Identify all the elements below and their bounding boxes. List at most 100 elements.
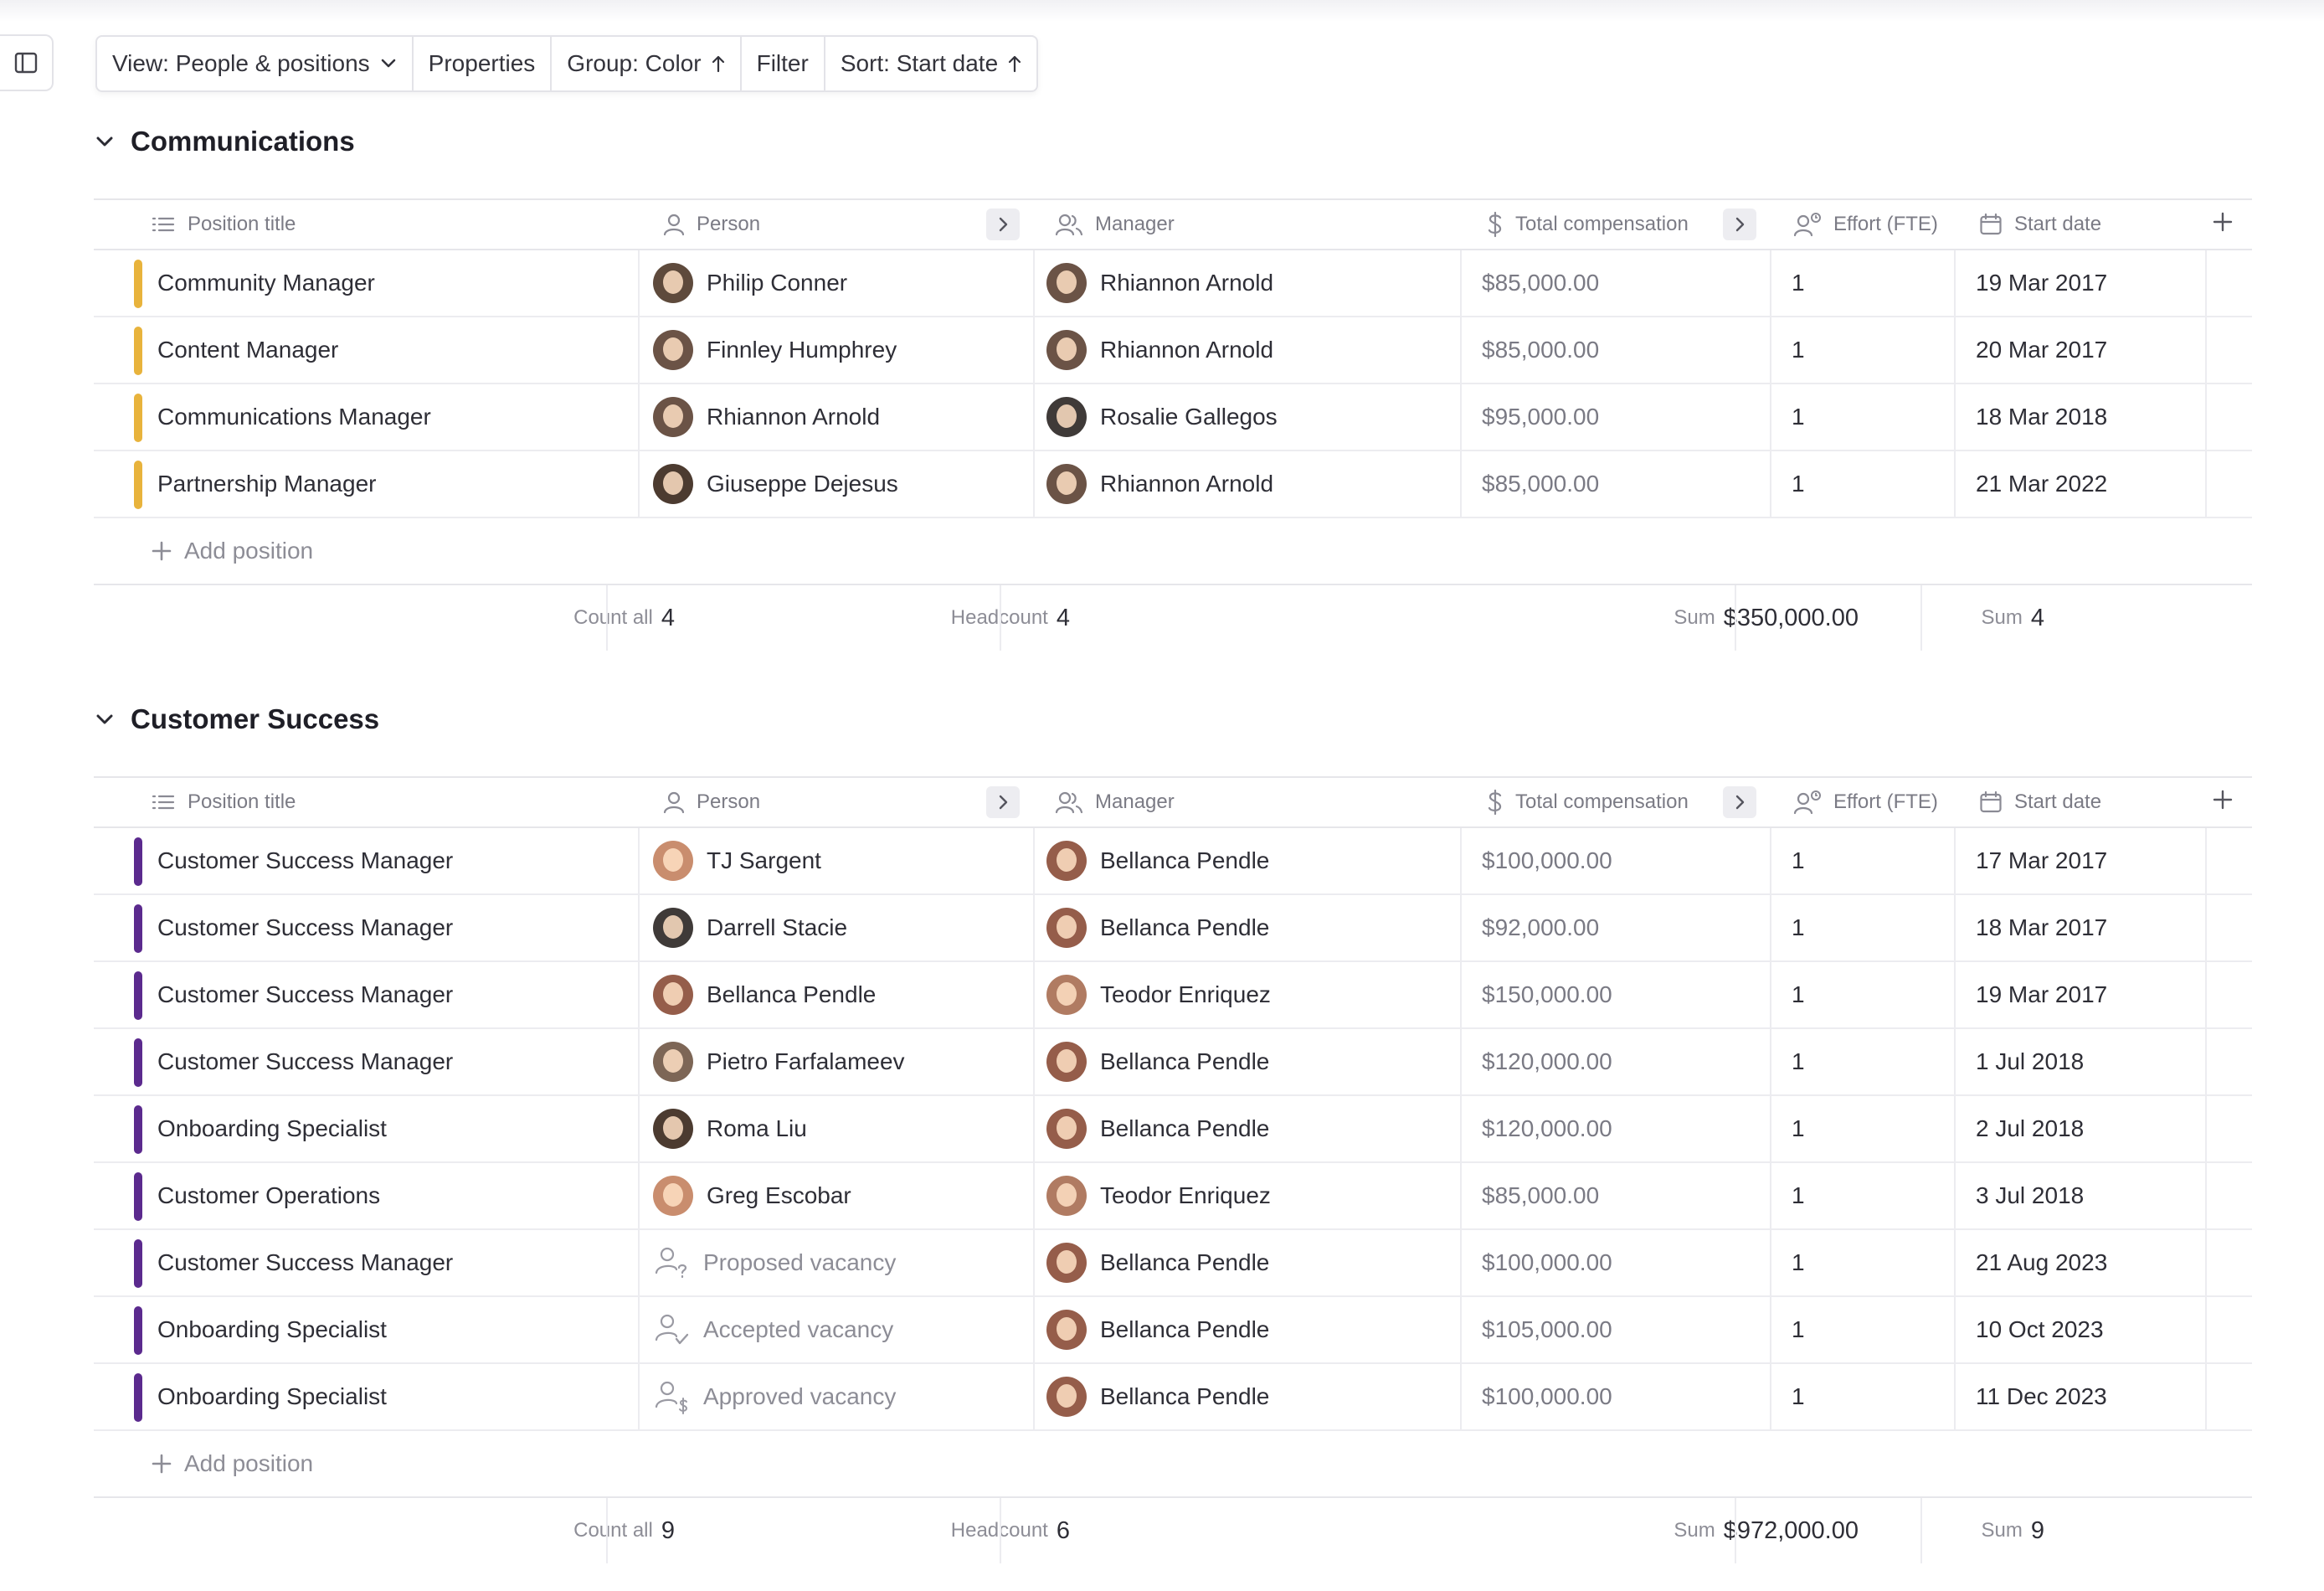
count-summary[interactable]: Count all 9 [573, 1498, 675, 1563]
effort-cell[interactable]: 1 [1792, 1297, 1805, 1362]
compensation-cell[interactable]: $100,000.00 [1482, 828, 1612, 893]
compensation-cell[interactable]: $120,000.00 [1482, 1096, 1612, 1161]
person-cell[interactable]: Proposed vacancy [653, 1230, 896, 1295]
table-row[interactable]: Partnership Manager Giuseppe Dejesus Rhian… [94, 451, 2252, 518]
start-date-cell[interactable]: 1 Jul 2018 [1976, 1029, 2084, 1094]
start-date-cell[interactable]: 21 Aug 2023 [1976, 1230, 2107, 1295]
table-row[interactable]: Customer Success Manager Proposed vacancy… [94, 1230, 2252, 1297]
manager-cell[interactable]: Teodor Enriquez [1046, 962, 1271, 1027]
expand-person-column-button[interactable] [986, 209, 1020, 240]
effort-cell[interactable]: 1 [1792, 451, 1805, 517]
person-cell[interactable]: Pietro Farfalameev [653, 1029, 905, 1094]
manager-cell[interactable]: Bellanca Pendle [1046, 1230, 1269, 1295]
compensation-sum[interactable]: Sum $350,000.00 [1674, 585, 1859, 651]
position-title-cell[interactable]: Customer Success Manager [157, 895, 453, 960]
manager-cell[interactable]: Rhiannon Arnold [1046, 317, 1273, 383]
start-date-cell[interactable]: 10 Oct 2023 [1976, 1297, 2104, 1362]
position-title-cell[interactable]: Content Manager [157, 317, 338, 383]
expand-person-column-button[interactable] [986, 786, 1020, 818]
add-column-button[interactable] [2212, 211, 2234, 233]
effort-cell[interactable]: 1 [1792, 1230, 1805, 1295]
effort-cell[interactable]: 1 [1792, 1029, 1805, 1094]
manager-cell[interactable]: Rhiannon Arnold [1046, 250, 1273, 316]
count-summary[interactable]: Count all 4 [573, 585, 675, 651]
person-cell[interactable]: Giuseppe Dejesus [653, 451, 898, 517]
sidebar-toggle-button[interactable] [0, 34, 54, 91]
position-title-cell[interactable]: Onboarding Specialist [157, 1297, 387, 1362]
person-cell[interactable]: Greg Escobar [653, 1163, 851, 1228]
person-cell[interactable]: Roma Liu [653, 1096, 807, 1161]
effort-cell[interactable]: 1 [1792, 1163, 1805, 1228]
effort-cell[interactable]: 1 [1792, 317, 1805, 383]
effort-cell[interactable]: 1 [1792, 384, 1805, 450]
manager-cell[interactable]: Rhiannon Arnold [1046, 451, 1273, 517]
sort-button[interactable]: Sort: Start date [825, 37, 1036, 90]
view-selector-button[interactable]: View: People & positions [97, 37, 414, 90]
compensation-sum[interactable]: Sum $972,000.00 [1674, 1498, 1859, 1563]
position-title-cell[interactable]: Customer Success Manager [157, 1029, 453, 1094]
filter-button[interactable]: Filter [742, 37, 825, 90]
position-title-cell[interactable]: Onboarding Specialist [157, 1364, 387, 1429]
manager-cell[interactable]: Bellanca Pendle [1046, 1297, 1269, 1362]
position-title-cell[interactable]: Partnership Manager [157, 451, 376, 517]
start-date-cell[interactable]: 18 Mar 2018 [1976, 384, 2107, 450]
person-cell[interactable]: Darrell Stacie [653, 895, 847, 960]
compensation-cell[interactable]: $85,000.00 [1482, 317, 1599, 383]
compensation-cell[interactable]: $100,000.00 [1482, 1364, 1612, 1429]
person-cell[interactable]: Approved vacancy [653, 1364, 896, 1429]
manager-cell[interactable]: Bellanca Pendle [1046, 828, 1269, 893]
column-header-person[interactable]: Person [663, 200, 760, 249]
start-date-cell[interactable]: 21 Mar 2022 [1976, 451, 2107, 517]
effort-cell[interactable]: 1 [1792, 250, 1805, 316]
manager-cell[interactable]: Bellanca Pendle [1046, 1364, 1269, 1429]
table-row[interactable]: Onboarding Specialist Approved vacancy Bel… [94, 1364, 2252, 1431]
table-row[interactable]: Customer Success Manager Darrell Stacie Be… [94, 895, 2252, 962]
column-header-effort[interactable]: Effort (FTE) [1793, 200, 1938, 249]
column-header-total-compensation[interactable]: Total compensation [1487, 200, 1689, 249]
person-cell[interactable]: TJ Sargent [653, 828, 821, 893]
headcount-summary[interactable]: Headcount4 [951, 585, 1070, 651]
position-title-cell[interactable]: Customer Operations [157, 1163, 380, 1228]
group-button[interactable]: Group: Color [552, 37, 742, 90]
compensation-cell[interactable]: $100,000.00 [1482, 1230, 1612, 1295]
start-date-cell[interactable]: 18 Mar 2017 [1976, 895, 2107, 960]
position-title-cell[interactable]: Communications Manager [157, 384, 431, 450]
column-header-total-compensation[interactable]: Total compensation [1487, 778, 1689, 826]
manager-cell[interactable]: Rosalie Gallegos [1046, 384, 1278, 450]
column-header-effort[interactable]: Effort (FTE) [1793, 778, 1938, 826]
table-row[interactable]: Content Manager Finnley Humphrey Rhiannon … [94, 317, 2252, 384]
compensation-cell[interactable]: $92,000.00 [1482, 895, 1599, 960]
compensation-cell[interactable]: $120,000.00 [1482, 1029, 1612, 1094]
compensation-cell[interactable]: $85,000.00 [1482, 250, 1599, 316]
compensation-cell[interactable]: $95,000.00 [1482, 384, 1599, 450]
manager-cell[interactable]: Teodor Enriquez [1046, 1163, 1271, 1228]
column-header-person[interactable]: Person [663, 778, 760, 826]
expand-compensation-column-button[interactable] [1723, 209, 1756, 240]
start-date-cell[interactable]: 19 Mar 2017 [1976, 962, 2107, 1027]
manager-cell[interactable]: Bellanca Pendle [1046, 1096, 1269, 1161]
expand-compensation-column-button[interactable] [1723, 786, 1756, 818]
column-header-start-date[interactable]: Start date [1979, 778, 2101, 826]
table-row[interactable]: Onboarding Specialist Roma Liu Bellanca Pe… [94, 1096, 2252, 1163]
person-cell[interactable]: Philip Conner [653, 250, 847, 316]
compensation-cell[interactable]: $150,000.00 [1482, 962, 1612, 1027]
start-date-cell[interactable]: 19 Mar 2017 [1976, 250, 2107, 316]
compensation-cell[interactable]: $85,000.00 [1482, 451, 1599, 517]
table-row[interactable]: Onboarding Specialist Accepted vacancy Bel… [94, 1297, 2252, 1364]
person-cell[interactable]: Finnley Humphrey [653, 317, 897, 383]
effort-cell[interactable]: 1 [1792, 828, 1805, 893]
person-cell[interactable]: Accepted vacancy [653, 1297, 893, 1362]
compensation-cell[interactable]: $85,000.00 [1482, 1163, 1599, 1228]
table-row[interactable]: Customer Success Manager TJ Sargent Bellan… [94, 828, 2252, 895]
effort-sum[interactable]: Sum 9 [1982, 1498, 2045, 1563]
column-header-start-date[interactable]: Start date [1979, 200, 2101, 249]
start-date-cell[interactable]: 2 Jul 2018 [1976, 1096, 2084, 1161]
position-title-cell[interactable]: Customer Success Manager [157, 962, 453, 1027]
effort-cell[interactable]: 1 [1792, 962, 1805, 1027]
table-row[interactable]: Customer Operations Greg Escobar Teodor En… [94, 1163, 2252, 1230]
start-date-cell[interactable]: 3 Jul 2018 [1976, 1163, 2084, 1228]
column-header-position-title[interactable]: Position title [151, 200, 296, 249]
position-title-cell[interactable]: Customer Success Manager [157, 1230, 453, 1295]
manager-cell[interactable]: Bellanca Pendle [1046, 895, 1269, 960]
position-title-cell[interactable]: Community Manager [157, 250, 375, 316]
